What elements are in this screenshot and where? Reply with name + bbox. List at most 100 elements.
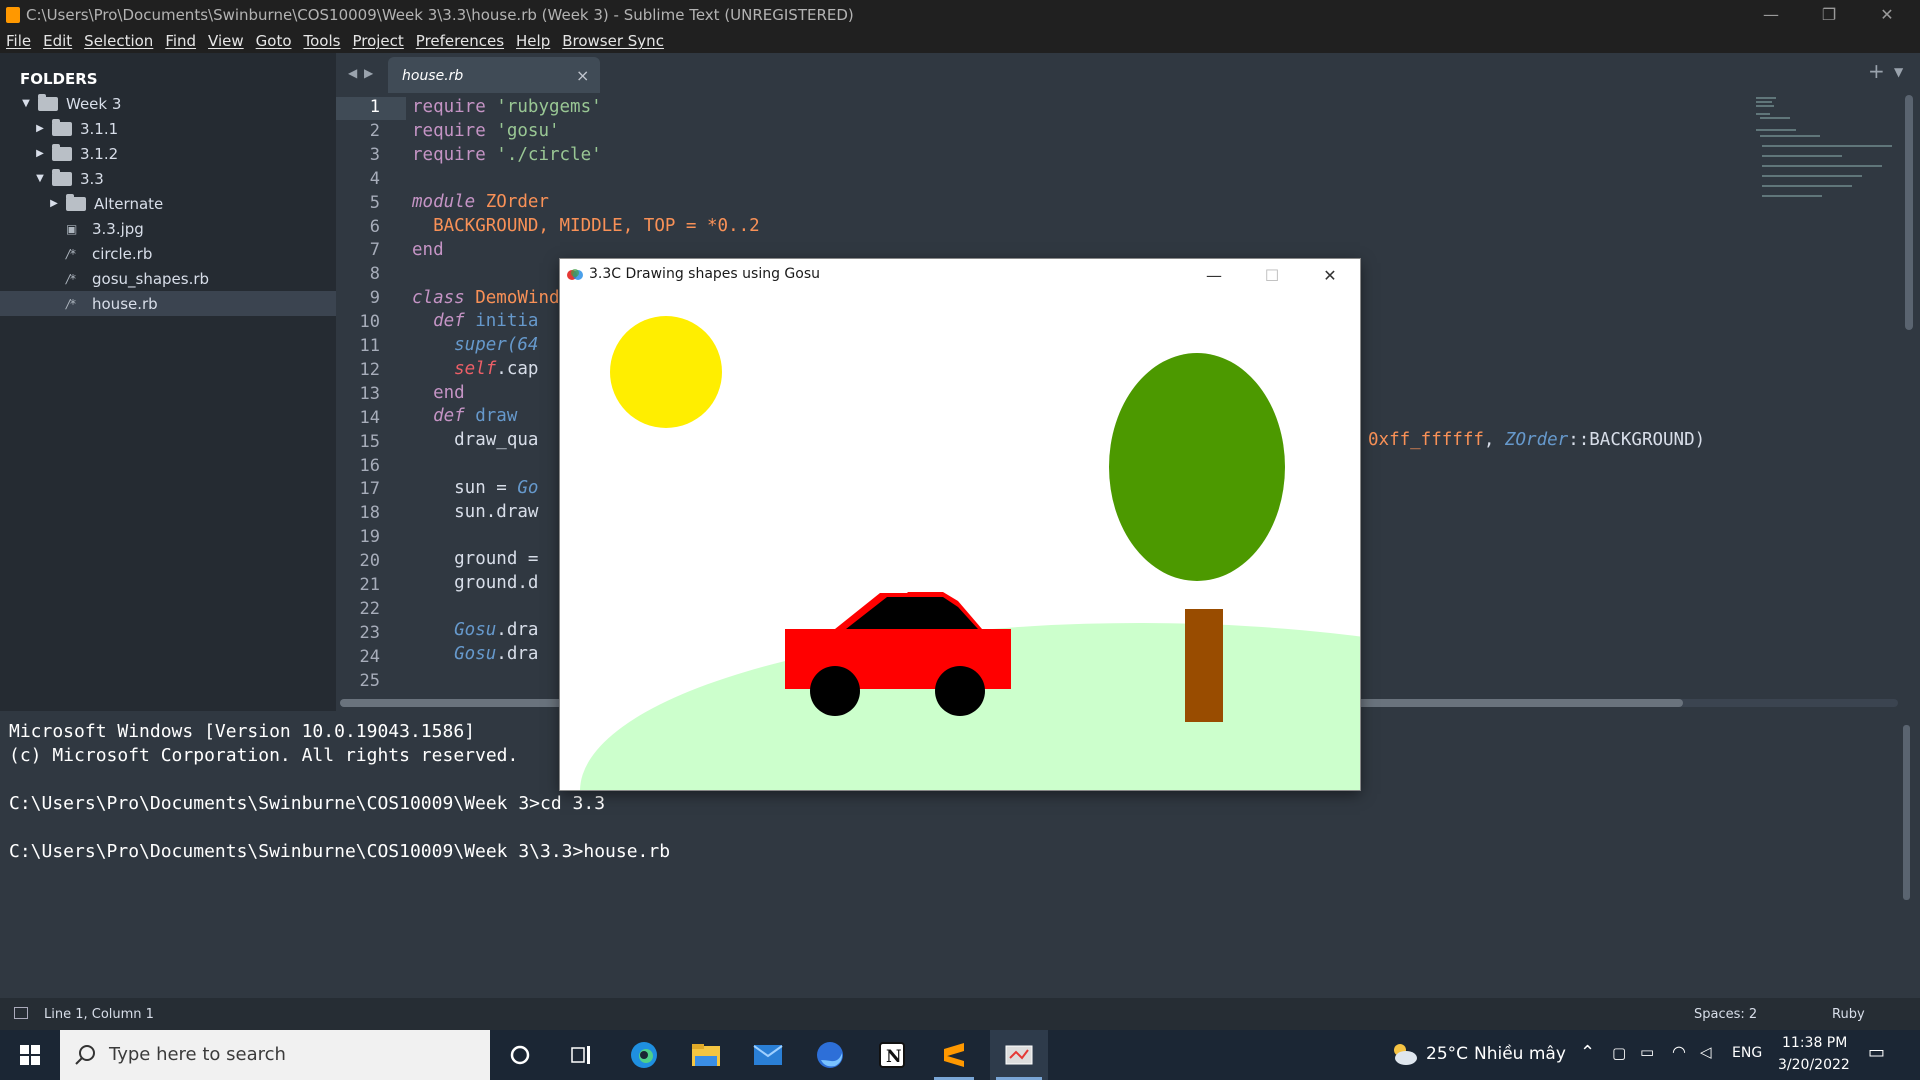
wifi-icon[interactable]: ◠ bbox=[1672, 1042, 1686, 1061]
tree-folder-week3[interactable]: ▼ Week 3 bbox=[0, 91, 336, 116]
code-line-21[interactable]: ground.d bbox=[412, 573, 538, 593]
clock-time[interactable]: 11:38 PM bbox=[1782, 1035, 1847, 1051]
taskbar-search-box[interactable]: Type here to search bbox=[60, 1030, 490, 1080]
language-indicator[interactable]: ENG bbox=[1732, 1045, 1762, 1061]
console-scrollbar[interactable] bbox=[1903, 725, 1910, 900]
code-line-9[interactable]: class DemoWind bbox=[412, 288, 560, 308]
meet-now-icon[interactable]: ▢ bbox=[1612, 1044, 1626, 1062]
code-line-7[interactable]: end bbox=[412, 240, 444, 260]
line-number: 9 bbox=[369, 288, 380, 309]
task-view-icon[interactable] bbox=[556, 1030, 608, 1080]
edge-icon[interactable] bbox=[618, 1030, 670, 1080]
menu-file[interactable]: File bbox=[6, 32, 31, 50]
mail-icon[interactable] bbox=[742, 1030, 794, 1080]
menu-selection[interactable]: Selection bbox=[84, 32, 153, 50]
weather-temperature[interactable]: 25°C bbox=[1426, 1044, 1468, 1064]
notification-icon[interactable]: ▭ bbox=[1868, 1042, 1885, 1063]
code-line-17[interactable]: sun = Go bbox=[412, 478, 538, 498]
code-line-2[interactable]: require 'gosu' bbox=[412, 121, 560, 141]
sublime-text-icon[interactable] bbox=[928, 1030, 980, 1080]
weather-icon[interactable] bbox=[1388, 1041, 1418, 1071]
string: './circle' bbox=[485, 145, 602, 165]
line-number: 14 bbox=[359, 407, 380, 428]
menu-project[interactable]: Project bbox=[352, 32, 403, 50]
tree-file-3-3-jpg[interactable]: ▣ 3.3.jpg bbox=[0, 216, 336, 241]
tree-file-circle-rb[interactable]: /* circle.rb bbox=[0, 241, 336, 266]
notion-icon[interactable]: N bbox=[866, 1030, 918, 1080]
syntax-setting[interactable]: Ruby bbox=[1832, 1007, 1865, 1022]
start-button[interactable] bbox=[4, 1030, 56, 1080]
menu-view[interactable]: View bbox=[208, 32, 244, 50]
line-number: 12 bbox=[359, 359, 380, 380]
code-line-12[interactable]: self.cap bbox=[412, 359, 538, 379]
menu-browser-sync[interactable]: Browser Sync bbox=[562, 32, 664, 50]
line-number: 1 bbox=[369, 97, 380, 117]
tab-nav-left-icon[interactable]: ◀ bbox=[348, 66, 357, 80]
tree-folder-3-1-2[interactable]: ▶ 3.1.2 bbox=[0, 141, 336, 166]
code-line-18[interactable]: sun.draw bbox=[412, 502, 538, 522]
weather-description[interactable]: Nhiều mây bbox=[1474, 1044, 1566, 1064]
sun bbox=[610, 316, 722, 428]
clock-date[interactable]: 3/20/2022 bbox=[1778, 1057, 1850, 1073]
menu-help[interactable]: Help bbox=[516, 32, 550, 50]
code-line-3[interactable]: require './circle' bbox=[412, 145, 602, 165]
keyword: require bbox=[412, 121, 486, 141]
battery-icon[interactable]: ▭ bbox=[1640, 1043, 1654, 1061]
chevron-right-icon[interactable]: ▶ bbox=[34, 123, 46, 134]
code-line-1[interactable]: require 'rubygems' bbox=[412, 97, 602, 117]
panel-toggle-icon[interactable] bbox=[14, 1007, 28, 1019]
tree-folder-alternate[interactable]: ▶ Alternate bbox=[0, 191, 336, 216]
chevron-down-icon[interactable]: ▼ bbox=[20, 98, 32, 109]
gosu-app-icon[interactable] bbox=[990, 1030, 1048, 1080]
constant: Gosu bbox=[412, 620, 497, 640]
tab-nav-right-icon[interactable]: ▶ bbox=[364, 66, 373, 80]
code-line-10[interactable]: def initia bbox=[412, 311, 538, 331]
editor-vertical-scrollbar[interactable] bbox=[1905, 95, 1913, 330]
gosu-window-title: 3.3C Drawing shapes using Gosu bbox=[589, 266, 820, 282]
code-line-13[interactable]: end bbox=[412, 383, 465, 403]
close-button[interactable]: ✕ bbox=[1858, 0, 1916, 29]
code-line-5[interactable]: module ZOrder bbox=[412, 192, 549, 212]
chevron-right-icon[interactable]: ▶ bbox=[48, 198, 60, 209]
menu-find[interactable]: Find bbox=[165, 32, 196, 50]
menu-tools[interactable]: Tools bbox=[304, 32, 341, 50]
tree-folder-3-1-1[interactable]: ▶ 3.1.1 bbox=[0, 116, 336, 141]
code-line-11[interactable]: super(64 bbox=[412, 335, 538, 355]
volume-icon[interactable]: ◁ bbox=[1700, 1043, 1712, 1061]
tree-file-gosu-shapes-rb[interactable]: /* gosu_shapes.rb bbox=[0, 266, 336, 291]
minimize-button[interactable]: — bbox=[1742, 0, 1800, 29]
tab-close-icon[interactable]: × bbox=[576, 66, 589, 85]
code-line-14[interactable]: def draw bbox=[412, 406, 517, 426]
file-explorer-icon[interactable] bbox=[680, 1030, 732, 1080]
chevron-up-icon[interactable]: ⌃ bbox=[1580, 1042, 1595, 1063]
chevron-down-icon[interactable]: ▼ bbox=[34, 173, 46, 184]
restore-button[interactable]: ❐ bbox=[1800, 0, 1858, 29]
number-literal: 0xff_ffffff bbox=[1368, 430, 1484, 450]
code-line-15-tail[interactable]: 0xff_ffffff, ZOrder::BACKGROUND) bbox=[1368, 430, 1705, 450]
tab-house-rb[interactable]: house.rb × bbox=[388, 57, 600, 93]
menu-preferences[interactable]: Preferences bbox=[416, 32, 504, 50]
code-line-24[interactable]: Gosu.dra bbox=[412, 644, 538, 664]
tab-menu-icon[interactable]: ▼ bbox=[1894, 65, 1903, 79]
keyword: def bbox=[412, 406, 465, 426]
gosu-maximize-button[interactable]: ☐ bbox=[1244, 259, 1300, 291]
constant: Gosu bbox=[412, 644, 497, 664]
code-line-6[interactable]: BACKGROUND, MIDDLE, TOP = *0..2 bbox=[412, 216, 760, 236]
menu-goto[interactable]: Goto bbox=[256, 32, 292, 50]
code-line-20[interactable]: ground = bbox=[412, 549, 538, 569]
cortana-icon[interactable] bbox=[494, 1030, 546, 1080]
tree-file-house-rb[interactable]: /* house.rb bbox=[0, 291, 336, 316]
code-line-23[interactable]: Gosu.dra bbox=[412, 620, 538, 640]
new-tab-icon[interactable]: + bbox=[1868, 59, 1885, 83]
minimap[interactable] bbox=[1756, 95, 1906, 205]
firefox-icon[interactable] bbox=[804, 1030, 856, 1080]
indentation-setting[interactable]: Spaces: 2 bbox=[1694, 1007, 1757, 1022]
chevron-right-icon[interactable]: ▶ bbox=[34, 148, 46, 159]
tree-label: 3.3 bbox=[80, 169, 104, 188]
gosu-minimize-button[interactable]: — bbox=[1186, 259, 1242, 291]
code-line-15[interactable]: draw_qua bbox=[412, 430, 538, 450]
gosu-close-button[interactable]: ✕ bbox=[1302, 259, 1358, 291]
tree-folder-3-3[interactable]: ▼ 3.3 bbox=[0, 166, 336, 191]
menu-edit[interactable]: Edit bbox=[43, 32, 72, 50]
gosu-window[interactable]: 3.3C Drawing shapes using Gosu — ☐ ✕ bbox=[560, 259, 1360, 790]
